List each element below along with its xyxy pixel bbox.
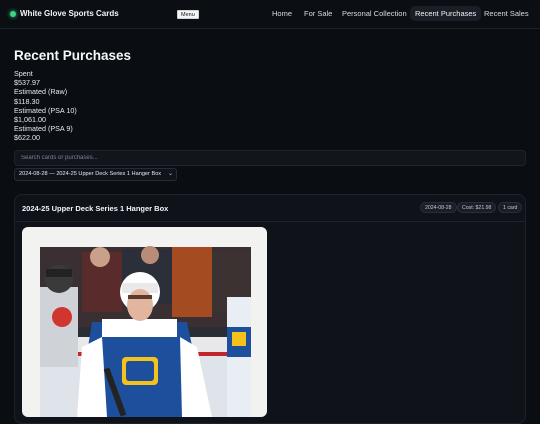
search-input[interactable] (14, 150, 526, 166)
card-photo[interactable] (22, 227, 267, 417)
card-count-badge: 1 card (498, 202, 523, 213)
purchase-title: 2024-25 Upper Deck Series 1 Hanger Box (22, 204, 169, 213)
purchase-card: 2024-25 Upper Deck Series 1 Hanger Box 2… (14, 194, 526, 424)
nav-personal-collection[interactable]: Personal Collection (342, 9, 407, 18)
stat-psa9-label: Estimated (PSA 9) (14, 124, 73, 134)
purchase-filter-value: 2024-08-28 — 2024-25 Upper Deck Series 1… (19, 171, 162, 177)
stat-spent-label: Spent (14, 69, 33, 78)
chevron-down-icon: ⌄ (167, 171, 173, 177)
stat-raw-value: $118.30 (14, 96, 40, 106)
hockey-player-photo-image (40, 246, 251, 417)
purchase-stats: Spent $537.97 Estimated (Raw) $118.30 Es… (14, 69, 77, 143)
nav-recent-sales[interactable]: Recent Sales (484, 9, 529, 18)
purchase-filter-select[interactable]: 2024-08-28 — 2024-25 Upper Deck Series 1… (14, 168, 177, 181)
stat-psa10-value: $1,061.00 (14, 115, 46, 125)
main-nav: Home For Sale Personal Collection Recent… (0, 0, 540, 29)
date-badge: 2024-08-28 (420, 202, 457, 213)
page-title: Recent Purchases (14, 48, 132, 63)
stat-raw-label: Estimated (Raw) (14, 87, 68, 97)
stat-psa9-value: $622.00 (14, 133, 40, 143)
cost-badge: Cost: $21.98 (457, 202, 497, 213)
stat-spent-value: $537.97 (14, 78, 40, 88)
nav-home[interactable]: Home (272, 9, 292, 18)
stat-psa10-label: Estimated (PSA 10) (14, 105, 77, 115)
nav-recent-purchases[interactable]: Recent Purchases (410, 6, 482, 21)
top-navigation-bar: White Glove Sports Cards Menu Home For S… (0, 0, 540, 29)
nav-for-sale[interactable]: For Sale (304, 9, 332, 18)
purchase-card-header: 2024-25 Upper Deck Series 1 Hanger Box 2… (15, 195, 525, 222)
